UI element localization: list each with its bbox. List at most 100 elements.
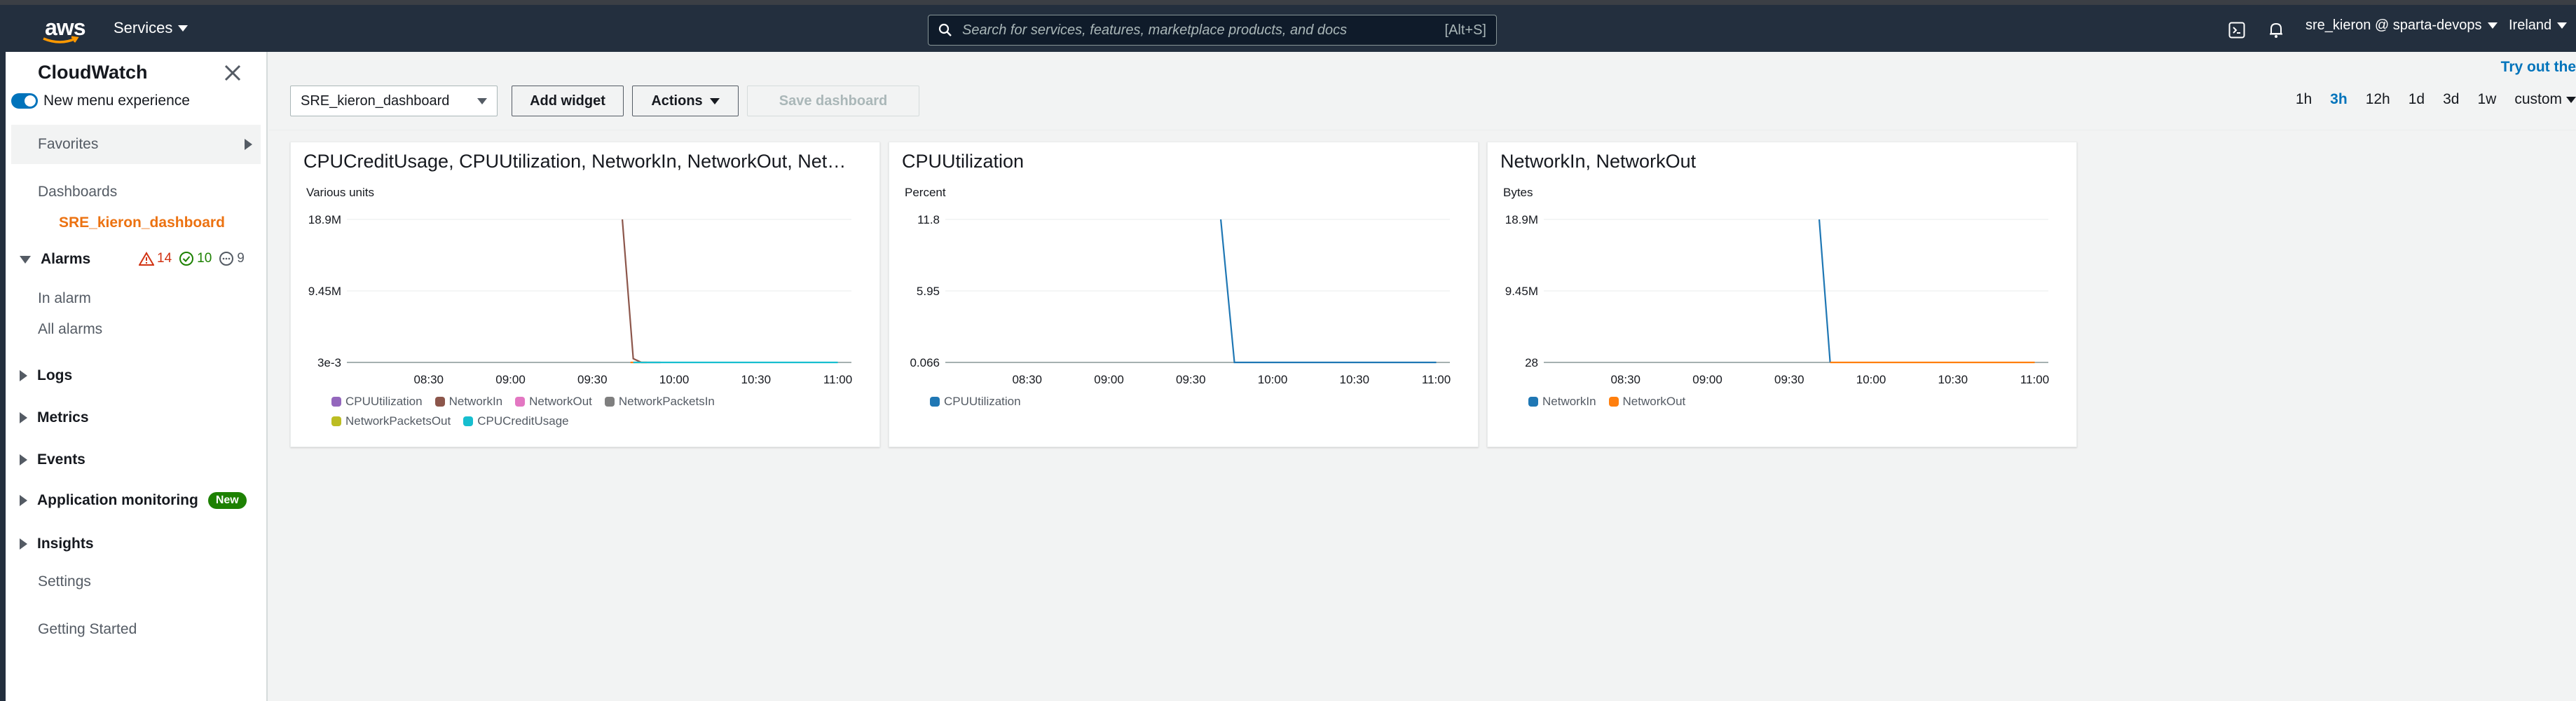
legend-swatch [331, 397, 341, 407]
legend-item[interactable]: NetworkOut [1608, 395, 1685, 409]
legend-item[interactable]: NetworkPacketsOut [331, 414, 451, 428]
actions-button[interactable]: Actions [632, 86, 739, 116]
top-navigation-bar: aws Services [Alt+S] [0, 0, 2576, 52]
insufficient-count-value: 9 [237, 251, 245, 266]
time-range-option[interactable]: 1h [2296, 91, 2312, 108]
alarm-status-counts: 14 10 9 [139, 251, 245, 266]
new-menu-label: New menu experience [43, 93, 190, 109]
x-tick-label: 11:00 [1422, 373, 1451, 386]
services-label: Services [114, 19, 173, 36]
add-widget-button[interactable]: Add widget [512, 86, 624, 116]
x-tick-label: 08:30 [1012, 373, 1042, 386]
sidebar-item-events[interactable]: Events [20, 451, 85, 468]
caret-down-icon [20, 255, 31, 264]
new-menu-toggle[interactable] [11, 93, 38, 109]
time-range-option[interactable]: 12h [2366, 91, 2390, 108]
insights-label: Insights [37, 536, 94, 552]
sidebar-item-dashboards[interactable]: Dashboards [38, 184, 117, 200]
legend-label: NetworkOut [529, 395, 592, 408]
widget-network[interactable]: 18.9M 9.45M 28 08:30 09:00 09:30 10:00 10:30 11:… [1487, 142, 2077, 447]
sidebar-item-getting-started[interactable]: Getting Started [38, 621, 137, 638]
x-tick-label: 09:00 [1692, 373, 1722, 386]
search-shortcut-hint: [Alt+S] [1444, 22, 1486, 38]
x-tick-label: 11:00 [823, 373, 852, 386]
new-badge: New [207, 492, 247, 509]
cloudwatch-console: aws Services [Alt+S] [0, 0, 2576, 701]
sidebar-item-in-alarm[interactable]: In alarm [38, 290, 91, 307]
legend-label: NetworkIn [448, 395, 503, 408]
sidebar-item-application-monitoring[interactable]: Application monitoring New [20, 492, 247, 509]
chevron-down-icon [477, 97, 487, 104]
legend-item[interactable]: NetworkIn [1528, 395, 1596, 409]
left-edge-strip [0, 52, 6, 701]
chevron-down-icon [2557, 22, 2568, 29]
events-label: Events [37, 451, 85, 468]
sidebar-item-settings[interactable]: Settings [38, 573, 91, 590]
in-alarm-count[interactable]: 14 [139, 251, 172, 266]
close-icon[interactable] [223, 63, 242, 83]
sidebar-item-insights[interactable]: Insights [20, 536, 94, 552]
time-range-option[interactable]: 1d [2409, 91, 2425, 108]
save-dashboard-button[interactable]: Save dashboard [747, 86, 919, 116]
x-tick-label: 09:30 [1176, 373, 1206, 386]
account-menu[interactable]: sre_kieron @ sparta-devops [2306, 18, 2498, 34]
search-input[interactable] [962, 22, 1445, 39]
time-range-option[interactable]: 3d [2443, 91, 2459, 108]
caret-right-icon [20, 370, 27, 381]
account-label: sre_kieron @ sparta-devops [2306, 18, 2482, 33]
widget-all-metrics[interactable]: 18.9M 9.45M 3e-3 08:30 09:00 09:30 10:00 10:30 1… [290, 142, 880, 447]
warning-triangle-icon [139, 252, 154, 266]
x-tick-label: 08:30 [413, 373, 444, 386]
dashboard-selector[interactable]: SRE_kieron_dashboard [290, 86, 498, 116]
notifications-bell-icon[interactable] [2268, 21, 2284, 39]
x-tick-label: 09:00 [495, 373, 526, 386]
legend-item[interactable]: NetworkPacketsIn [604, 395, 715, 409]
custom-range-button[interactable]: custom [2514, 91, 2576, 108]
new-menu-experience-row: New menu experience [11, 93, 190, 109]
metrics-label: Metrics [37, 409, 89, 426]
widget-cpu-utilization[interactable]: 11.8 5.95 0.066 08:30 09:00 09:30 10:00 10:30 11… [889, 142, 1479, 447]
chart-legend: CPUUtilization NetworkIn NetworkOut Network… [331, 395, 715, 409]
legend-item[interactable]: NetworkIn [434, 395, 503, 409]
search-icon [938, 23, 952, 36]
favorites-section[interactable]: Favorites [11, 125, 261, 164]
legend-item[interactable]: CPUUtilization [930, 395, 1021, 409]
sidebar-item-all-alarms[interactable]: All alarms [38, 321, 102, 338]
sidebar-item-metrics[interactable]: Metrics [20, 409, 89, 426]
try-out-link[interactable]: Try out the [2501, 59, 2576, 76]
legend-label: CPUCreditUsage [477, 414, 569, 428]
legend-item[interactable]: CPUCreditUsage [463, 414, 569, 428]
sidebar-item-active-dashboard[interactable]: SRE_kieron_dashboard [59, 215, 225, 231]
widget-title: NetworkIn, NetworkOut [1500, 151, 1697, 172]
in-alarm-count-value: 14 [157, 251, 172, 266]
y-tick-label: 5.95 [917, 285, 940, 298]
ok-count[interactable]: 10 [179, 251, 212, 266]
add-widget-label: Add widget [530, 93, 605, 109]
legend-item[interactable]: NetworkOut [515, 395, 592, 409]
caret-right-icon [245, 139, 252, 150]
insufficient-data-count[interactable]: 9 [219, 251, 245, 266]
services-menu-button[interactable]: Services [114, 19, 189, 37]
sidebar-title: CloudWatch [38, 62, 148, 83]
aws-logo[interactable]: aws [41, 15, 85, 44]
y-tick-label: 28 [1525, 356, 1538, 369]
region-selector[interactable]: Ireland [2509, 18, 2568, 34]
favorites-label: Favorites [38, 136, 99, 152]
chevron-down-icon [709, 97, 720, 104]
sidebar-item-logs[interactable]: Logs [20, 367, 72, 384]
global-search-bar[interactable]: [Alt+S] [928, 15, 1497, 46]
legend-label: CPUUtilization [345, 395, 423, 408]
sidebar-item-alarms[interactable]: Alarms [20, 251, 90, 268]
cloudshell-icon[interactable] [2228, 22, 2245, 39]
alarms-label: Alarms [41, 251, 91, 267]
chart-legend: CPUUtilization [930, 395, 1021, 409]
legend-swatch [331, 416, 341, 426]
y-tick-label: 11.8 [917, 213, 940, 226]
chevron-down-icon [178, 25, 189, 32]
legend-item[interactable]: CPUUtilization [331, 395, 423, 409]
time-range-option[interactable]: 1w [2477, 91, 2496, 108]
x-tick-label: 09:00 [1094, 373, 1124, 386]
time-range-option-selected[interactable]: 3h [2330, 91, 2348, 108]
aws-smile-icon [43, 36, 79, 43]
caret-right-icon [20, 454, 27, 465]
